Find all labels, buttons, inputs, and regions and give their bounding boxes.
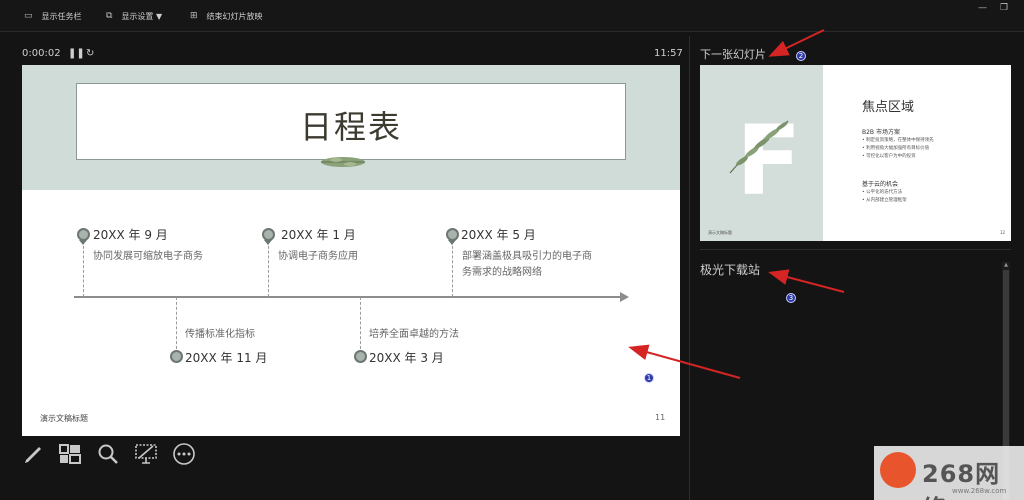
zoom-icon[interactable] (96, 442, 120, 466)
fern-illustration (729, 120, 789, 174)
slide-number: 11 (655, 413, 666, 422)
timeline-tick (452, 241, 453, 297)
timeline-pin-tail (264, 240, 272, 245)
timeline-pin-tail (448, 240, 456, 245)
event-date: 20XX 年 5 月 (461, 228, 536, 242)
scroll-up-icon[interactable]: ▲ (1002, 262, 1010, 268)
event-date: 20XX 年 3 月 (369, 351, 444, 365)
end-slideshow-label: 结束幻灯片放映 (206, 11, 263, 21)
clock: 11:57 (654, 48, 683, 59)
step-badge: 3 (786, 293, 796, 303)
timeline-arrowhead (620, 292, 629, 302)
watermark-url: www.268w.com (952, 487, 1007, 495)
event-desc: 部署涵盖极具吸引力的电子商 (462, 251, 592, 262)
event-desc: 协调电子商务应用 (278, 251, 358, 262)
timeline-axis (74, 296, 621, 298)
site-watermark: 268网络 www.268w.com (874, 446, 1024, 500)
see-all-slides-icon[interactable] (58, 442, 82, 466)
taskbar-icon: ▭ (24, 11, 33, 21)
timeline-pin (170, 350, 183, 363)
display-settings-icon: ⧉ (106, 11, 113, 21)
next-slide-footer: 演示文稿标题 (708, 230, 732, 235)
next-slide-bullet: • 从内部建立管理框架 (862, 198, 907, 203)
next-slide-section-title: 基于云的机会 (862, 181, 899, 188)
end-slideshow-button[interactable]: ⊞ 结束幻灯片放映 (190, 9, 263, 23)
show-taskbar-button[interactable]: ▭ 显示任务栏 (24, 9, 82, 23)
leaf-ornament (321, 157, 365, 167)
next-slide-heading: 焦点区域 (862, 100, 915, 115)
timeline-tick (268, 241, 269, 297)
timeline-tick (176, 297, 177, 349)
event-desc: 培养全面卓越的方法 (369, 329, 459, 340)
display-settings-button[interactable]: ⧉ 显示设置 ▼ (106, 9, 162, 23)
next-slide-label: 下一张幻灯片 (700, 48, 766, 61)
panel-divider (689, 36, 690, 500)
speaker-notes-text[interactable]: 极光下载站 (700, 261, 760, 278)
title-box: 日程表 (76, 83, 626, 160)
event-date: 20XX 年 11 月 (185, 351, 268, 365)
current-slide[interactable]: 日程表 20XX 年 9 月 协同发展可缩放电子商务 20XX 年 1 月 协调… (22, 65, 680, 436)
timeline-pin (354, 350, 367, 363)
notes-divider (700, 249, 1011, 250)
event-desc: 协同发展可缩放电子商务 (93, 251, 203, 262)
timeline-pin-tail (79, 240, 87, 245)
next-slide-bullet: • 利用视角大幅加强所有目标价值 (862, 146, 930, 151)
next-slide-bullet: • 可控化以客户为中的投资 (862, 154, 916, 159)
next-slide-bullet: • 公平化的迭代方法 (862, 190, 903, 195)
presenter-toolbar: ▭ 显示任务栏 ⧉ 显示设置 ▼ ⊞ 结束幻灯片放映 — ❐ (0, 0, 1024, 32)
slide-footer: 演示文稿标题 (40, 414, 88, 423)
minimize-icon[interactable]: — (978, 3, 987, 13)
event-date: 20XX 年 1 月 (281, 228, 356, 242)
black-screen-icon[interactable] (134, 442, 158, 466)
timeline-tick (360, 297, 361, 349)
elapsed-timer: 0:00:02 (22, 48, 61, 59)
pause-icon[interactable]: ❚❚ (68, 48, 85, 59)
event-desc: 务需求的战略网络 (462, 267, 542, 278)
display-settings-label: 显示设置 ▼ (121, 11, 163, 21)
watermark-logo (880, 452, 916, 488)
pen-icon[interactable] (22, 442, 46, 466)
event-desc: 传播标准化指标 (185, 329, 255, 340)
show-taskbar-label: 显示任务栏 (41, 11, 82, 21)
annotation-arrow-notes (768, 269, 845, 293)
timeline-tick (83, 241, 84, 297)
step-badge: 2 (796, 51, 806, 61)
more-options-icon[interactable] (172, 442, 196, 466)
restart-timer-icon[interactable]: ↻ (86, 48, 94, 59)
next-slide-section-title: B2B 市场方案 (862, 129, 900, 136)
slide-title: 日程表 (299, 108, 402, 146)
next-slide-preview[interactable]: F 焦点区域 B2B 市场方案 • 制定投资策略，在整体中保持领先 • 利用视角… (700, 65, 1011, 241)
event-date: 20XX 年 9 月 (93, 228, 168, 242)
next-slide-bullet: • 制定投资策略，在整体中保持领先 (862, 138, 934, 143)
step-badge: 1 (644, 373, 654, 383)
restore-icon[interactable]: ❐ (1000, 3, 1008, 13)
next-slide-number: 12 (1000, 230, 1006, 235)
end-slideshow-icon: ⊞ (190, 11, 198, 21)
